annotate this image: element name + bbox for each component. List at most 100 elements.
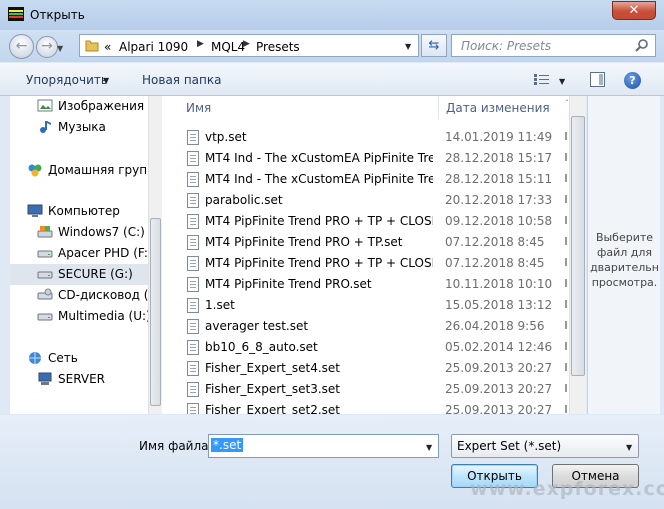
file-date: 15.05.2018 13:12 <box>445 298 553 312</box>
drive-icon <box>37 313 53 321</box>
nav-item-drive-f[interactable]: Apacer PHD (F:) <box>10 243 153 264</box>
file-row-edge-mark <box>565 363 567 371</box>
nav-item-server[interactable]: SERVER <box>10 369 150 390</box>
file-list-scrollbar-thumb[interactable] <box>571 116 585 376</box>
view-options-icon[interactable] <box>534 73 550 86</box>
new-folder-button[interactable]: Новая папка <box>142 73 221 87</box>
title-bar <box>0 0 664 30</box>
drive-icon <box>37 250 53 258</box>
document-icon <box>187 340 199 355</box>
file-row[interactable]: MT4 PipFinite Trend PRO + TP + CLOSE ...… <box>162 211 570 232</box>
column-header-name[interactable]: Имя <box>186 101 211 125</box>
document-icon <box>187 193 199 208</box>
file-row[interactable]: MT4 PipFinite Trend PRO + TP + CLOSE... 0… <box>162 253 570 274</box>
preview-pane-toggle-icon[interactable] <box>590 72 605 87</box>
back-arrow-icon: ← <box>15 38 28 54</box>
filename-value[interactable]: *.set <box>211 438 244 452</box>
file-row[interactable]: MT4 Ind - The xCustomEA PipFinite Tren..… <box>162 148 570 169</box>
file-row[interactable]: Fisher_Expert_set3.set 25.09.2013 20:27 <box>162 379 570 400</box>
nav-scrollbar-thumb[interactable] <box>150 218 161 406</box>
file-date: 25.09.2013 20:27 <box>445 361 553 375</box>
document-icon <box>187 361 199 376</box>
document-icon <box>187 130 199 145</box>
preview-pane: Выберите файл для дварительн просмотра. <box>587 96 661 414</box>
file-row-edge-mark <box>565 216 567 224</box>
filetype-value: Expert Set (*.set) <box>457 439 562 453</box>
preview-message: Выберите файл для дварительн просмотра. <box>590 231 659 289</box>
file-name: MT4 PipFinite Trend PRO + TP + CLOSE ... <box>205 214 433 228</box>
file-date: 28.12.2018 15:11 <box>445 172 553 186</box>
breadcrumb-alpari[interactable]: Alpari 1090 <box>119 40 188 54</box>
nav-item-pictures[interactable]: Изображения <box>10 96 150 117</box>
file-date: 26.04.2018 9:56 <box>445 319 545 333</box>
organize-button[interactable]: Упорядочить <box>26 73 108 87</box>
forward-button[interactable]: → <box>36 36 58 58</box>
document-icon <box>187 151 199 166</box>
filetype-dropdown-icon[interactable]: ▼ <box>626 443 632 452</box>
column-divider[interactable] <box>438 96 439 120</box>
address-bar[interactable]: « Alpari 1090 ▶ MQL4 ▶ Presets ▼ <box>79 34 419 57</box>
filename-input[interactable]: *.set ▼ <box>208 434 439 458</box>
address-dropdown-icon[interactable]: ▼ <box>405 42 411 51</box>
watermark: www.expforex.com <box>470 478 664 500</box>
file-row-edge-mark <box>565 258 567 266</box>
file-date: 07.12.2018 8:45 <box>445 235 545 249</box>
nav-scrollbar[interactable] <box>148 96 162 414</box>
file-name: MT4 Ind - The xCustomEA PipFinite Tren..… <box>205 172 433 186</box>
breadcrumb-overflow[interactable]: « <box>104 40 111 54</box>
file-row[interactable]: MT4 PipFinite Trend PRO.set 10.11.2018 10… <box>162 274 570 295</box>
homegroup-icon <box>28 164 42 177</box>
file-row-edge-mark <box>565 153 567 161</box>
file-row[interactable]: averager test.set 26.04.2018 9:56 <box>162 316 570 337</box>
music-icon <box>40 121 51 133</box>
file-date: 05.02.2014 12:46 <box>445 340 553 354</box>
file-row[interactable]: Fisher_Expert_set4.set 25.09.2013 20:27 <box>162 358 570 379</box>
document-icon <box>187 235 199 250</box>
refresh-icon: ⇆ <box>428 38 440 53</box>
help-button[interactable]: ? <box>624 72 641 89</box>
history-dropdown-icon[interactable]: ▼ <box>57 44 63 53</box>
navigation-pane: Изображения Музыка Домашняя группа Компь… <box>10 96 162 414</box>
view-dropdown-icon[interactable]: ▼ <box>559 77 565 86</box>
left-frame <box>0 96 10 414</box>
document-icon <box>187 403 199 414</box>
filetype-select[interactable]: Expert Set (*.set) ▼ <box>451 434 639 458</box>
nav-item-cd-drive[interactable]: CD-дисковод (H <box>10 285 157 306</box>
filename-dropdown-icon[interactable]: ▼ <box>426 443 432 452</box>
file-date: 10.11.2018 10:10 <box>445 277 553 291</box>
organize-dropdown-icon[interactable]: ▼ <box>103 76 109 85</box>
search-icon[interactable] <box>635 38 649 52</box>
back-button[interactable]: ← <box>9 34 34 59</box>
nav-item-drive-g[interactable]: SECURE (G:) <box>10 264 150 285</box>
nav-item-drive-c[interactable]: Windows7 (C:) <box>10 222 150 243</box>
nav-item-music[interactable]: Музыка <box>10 117 150 138</box>
nav-item-homegroup[interactable]: Домашняя группа <box>10 160 161 181</box>
file-name: 1.set <box>205 298 235 312</box>
breadcrumb-presets[interactable]: Presets <box>256 40 300 54</box>
file-row-edge-mark <box>565 279 567 287</box>
close-button[interactable]: ✕ <box>612 1 656 20</box>
document-icon <box>187 382 199 397</box>
file-row[interactable]: Fisher_Expert_set2.set 25.09.2013 20:27 <box>162 400 570 414</box>
file-row[interactable]: bb10_6_8_auto.set 05.02.2014 12:46 <box>162 337 570 358</box>
file-row-edge-mark <box>565 342 567 350</box>
file-row[interactable]: MT4 PipFinite Trend PRO + TP.set 07.12.20… <box>162 232 570 253</box>
breadcrumb-separator-icon[interactable]: ▶ <box>243 39 250 49</box>
breadcrumb-mql4[interactable]: MQL4 <box>211 40 245 54</box>
document-icon <box>187 256 199 271</box>
file-list-scrollbar[interactable] <box>569 96 586 414</box>
file-row[interactable]: parabolic.set 20.12.2018 17:33 <box>162 190 570 211</box>
breadcrumb-separator-icon[interactable]: ▶ <box>197 39 204 49</box>
file-row[interactable]: MT4 Ind - The xCustomEA PipFinite Tren..… <box>162 169 570 190</box>
search-input[interactable]: Поиск: Presets <box>451 34 656 57</box>
file-row[interactable]: vtp.set 14.01.2019 11:49 <box>162 127 570 148</box>
file-name: MT4 PipFinite Trend PRO + TP.set <box>205 235 403 249</box>
file-date: 25.09.2013 20:27 <box>445 382 553 396</box>
nav-item-network[interactable]: Сеть <box>10 348 150 369</box>
close-icon: ✕ <box>628 3 640 18</box>
refresh-button[interactable]: ⇆ <box>421 34 447 57</box>
nav-item-drive-u[interactable]: Multimedia (U:) <box>10 306 151 327</box>
column-header-date[interactable]: Дата изменения <box>446 101 550 125</box>
file-row[interactable]: 1.set 15.05.2018 13:12 <box>162 295 570 316</box>
nav-item-computer[interactable]: Компьютер <box>10 201 150 222</box>
